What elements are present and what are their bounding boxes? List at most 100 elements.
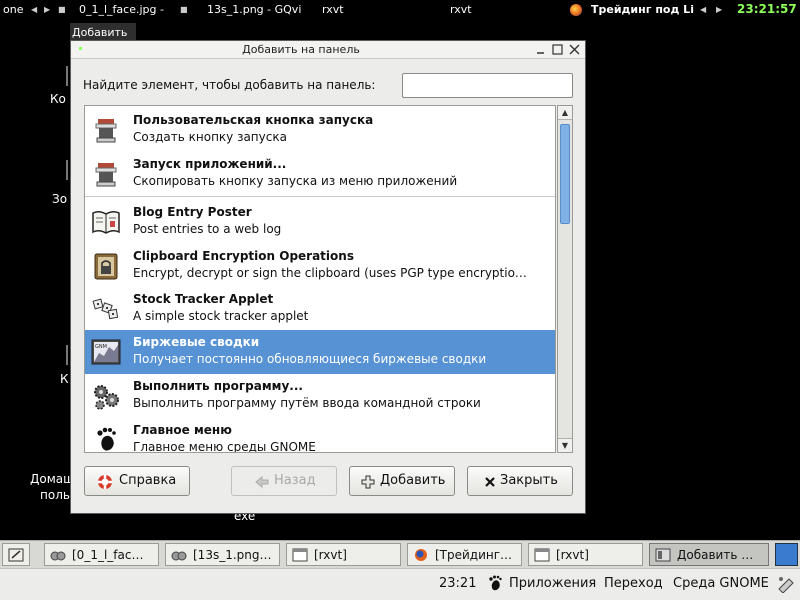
- item-title: Blog Entry Poster: [133, 205, 252, 219]
- list-item[interactable]: Главное меню Главное меню среды GNOME: [85, 418, 555, 453]
- desktop-label[interactable]: поль: [40, 488, 70, 502]
- scroll-up-icon[interactable]: ▲: [558, 106, 572, 120]
- panel-clock[interactable]: 23:21: [439, 576, 476, 591]
- item-title: Clipboard Encryption Operations: [133, 249, 354, 263]
- top-item-task-3[interactable]: rxvt: [322, 3, 344, 16]
- window-icon: [292, 548, 308, 562]
- help-button[interactable]: Справка: [84, 466, 190, 496]
- window-icon: [534, 548, 550, 562]
- scroll-down-icon[interactable]: ▼: [558, 438, 572, 452]
- item-title: Stock Tracker Applet: [133, 292, 274, 306]
- close-button[interactable]: Закрыть: [467, 466, 573, 496]
- top-item-task-5[interactable]: Трейдинг под Li: [591, 3, 694, 16]
- dialog-title: Добавить на панель: [242, 43, 360, 56]
- scrollbar-thumb[interactable]: [560, 124, 570, 224]
- launcher-icon: [91, 159, 121, 189]
- list-item[interactable]: Blog Entry Poster Post entries to a web …: [85, 200, 555, 244]
- add-button[interactable]: Добавить: [349, 466, 455, 496]
- back-button[interactable]: Назад: [231, 466, 337, 496]
- desktop-label[interactable]: К: [60, 372, 69, 386]
- taskbar-item-label: [13s_1.png…: [193, 548, 272, 562]
- minimize-icon[interactable]: [534, 43, 547, 56]
- item-description: Скопировать кнопку запуска из меню прило…: [133, 174, 458, 188]
- taskbar-item-label: [Трейдинг…: [435, 548, 513, 562]
- prev-arrow-icon[interactable]: ◀: [31, 5, 37, 14]
- item-description: Post entries to a web log: [133, 222, 282, 236]
- menu-system[interactable]: Среда GNOME: [673, 576, 769, 591]
- next-arrow-icon[interactable]: ▶: [44, 5, 50, 14]
- prev-arrow-icon[interactable]: ◀: [700, 5, 706, 14]
- firefox-icon: [570, 4, 582, 16]
- panel-icon: [655, 548, 671, 562]
- top-item-task-2[interactable]: 13s_1.png - GQvi: [207, 3, 301, 16]
- taskbar-item[interactable]: [rxvt]: [528, 543, 643, 566]
- close-x-icon: [482, 474, 498, 490]
- list-item[interactable]: Запуск приложений... Скопировать кнопку …: [85, 152, 555, 196]
- top-item-task-1[interactable]: 0_1_l_face.jpg -: [79, 3, 164, 16]
- list-scrollbar[interactable]: ▲ ▼: [557, 105, 573, 453]
- applet-list[interactable]: Пользовательская кнопка запуска Создать …: [84, 105, 556, 453]
- maximize-icon[interactable]: [551, 43, 564, 56]
- menu-places[interactable]: Переход: [604, 576, 663, 591]
- taskbar-item[interactable]: [rxvt]: [286, 543, 401, 566]
- taskbar-item-active[interactable]: Добавить …: [649, 543, 769, 566]
- close-button-label: Закрыть: [500, 473, 558, 488]
- list-item[interactable]: Пользовательская кнопка запуска Создать …: [85, 108, 555, 152]
- bullet-icon: ■: [180, 5, 188, 14]
- search-label: Найдите элемент, чтобы добавить на панел…: [83, 78, 376, 92]
- item-description: Главное меню среды GNOME: [133, 440, 316, 453]
- add-to-panel-dialog: Добавить на панель Найдите элемент, чтоб…: [70, 40, 586, 514]
- list-item-selected[interactable]: GNM Биржевые сводки Получает постоянно о…: [85, 330, 555, 374]
- top-item-task-4[interactable]: rxvt: [450, 3, 472, 16]
- item-title: Запуск приложений...: [133, 157, 287, 171]
- lock-icon: [91, 251, 121, 281]
- taskbar-item-label: [rxvt]: [556, 548, 589, 562]
- help-button-label: Справка: [119, 473, 177, 488]
- dialog-titlebar[interactable]: Добавить на панель: [71, 41, 585, 59]
- arrow-left-icon: [254, 474, 270, 490]
- window-indicator-icon: [79, 47, 82, 50]
- panel-handle-icon[interactable]: [777, 575, 797, 597]
- taskbar-item[interactable]: [Трейдинг…: [407, 543, 522, 566]
- gnome-foot-icon[interactable]: [486, 574, 504, 596]
- taskbar-item[interactable]: [13s_1.png…: [165, 543, 280, 566]
- item-description: A simple stock tracker applet: [133, 309, 309, 323]
- list-item[interactable]: Clipboard Encryption Operations Encrypt,…: [85, 244, 555, 288]
- top-panel: one ◀ ▶ ■ 0_1_l_face.jpg - ■ 13s_1.png -…: [0, 0, 800, 20]
- desktop-label[interactable]: Ко: [50, 92, 66, 106]
- top-clock: 23:21:57: [737, 2, 797, 16]
- close-icon[interactable]: [568, 43, 581, 56]
- list-item[interactable]: Stock Tracker Applet A simple stock trac…: [85, 287, 555, 331]
- item-description: Получает постоянно обновляющиеся биржевы…: [133, 352, 487, 366]
- help-lifebuoy-icon: [97, 474, 113, 490]
- bullet-icon: ■: [58, 5, 66, 14]
- image-viewer-icon: [50, 548, 66, 562]
- gnome-foot-icon: [91, 425, 121, 452]
- desktop-label[interactable]: Зо: [52, 192, 67, 206]
- list-separator: [85, 196, 555, 197]
- add-button-label: Добавить: [380, 473, 446, 488]
- desktop-label[interactable]: Домаш: [30, 472, 74, 486]
- taskbar-item-label: [0_1_l_fac…: [72, 548, 144, 562]
- taskbar-item-label: Добавить …: [677, 548, 754, 562]
- list-item[interactable]: Выполнить программу... Выполнить програм…: [85, 374, 555, 418]
- svg-text:GNM: GNM: [95, 344, 107, 350]
- screen: one ◀ ▶ ■ 0_1_l_face.jpg - ■ 13s_1.png -…: [0, 0, 800, 600]
- back-button-label: Назад: [274, 473, 316, 488]
- taskbar-item[interactable]: [0_1_l_fac…: [44, 543, 159, 566]
- item-title: Пользовательская кнопка запуска: [133, 113, 374, 127]
- stock-chart-icon: GNM: [91, 337, 121, 367]
- image-viewer-icon: [171, 548, 187, 562]
- item-description: Создать кнопку запуска: [133, 130, 287, 144]
- window-tab[interactable]: Добавить: [70, 23, 136, 41]
- item-description: Encrypt, decrypt or sign the clipboard (…: [133, 266, 527, 280]
- desktop-icon: [8, 548, 24, 562]
- show-desktop-button[interactable]: [2, 543, 30, 566]
- item-title: Главное меню: [133, 423, 232, 437]
- menu-applications[interactable]: Приложения: [509, 576, 596, 591]
- workspace-switcher[interactable]: [775, 543, 798, 566]
- window-list-panel: [0_1_l_fac… [13s_1.png… [rxvt] [Трейдинг…: [0, 540, 800, 568]
- search-input[interactable]: [402, 73, 573, 98]
- next-arrow-icon[interactable]: ▶: [716, 5, 722, 14]
- top-item-workspace[interactable]: one: [3, 3, 23, 16]
